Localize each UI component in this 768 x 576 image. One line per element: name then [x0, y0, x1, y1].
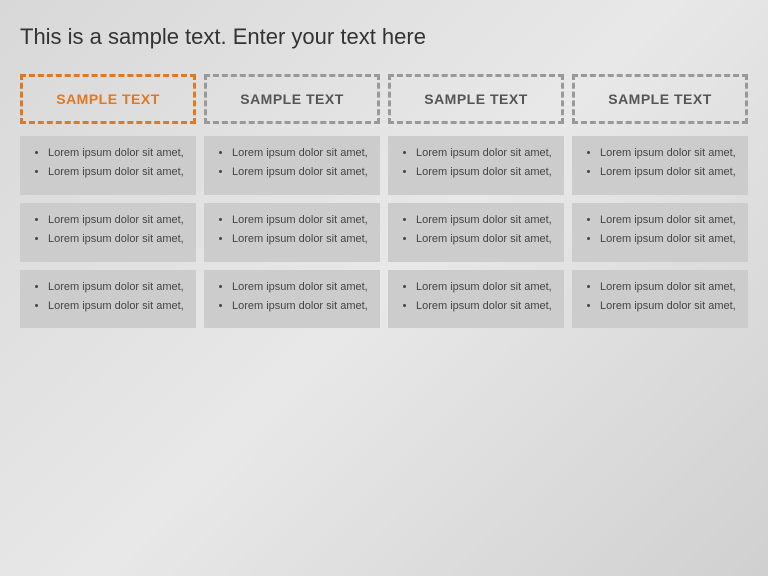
page: This is a sample text. Enter your text h… — [0, 0, 768, 576]
column-4: SAMPLE TEXTLorem ipsum dolor sit amet,Lo… — [572, 74, 748, 328]
list-item: Lorem ipsum dolor sit amet, — [600, 146, 736, 161]
columns-container: SAMPLE TEXTLorem ipsum dolor sit amet,Lo… — [20, 74, 748, 328]
list-item: Lorem ipsum dolor sit amet, — [232, 299, 368, 314]
column-3: SAMPLE TEXTLorem ipsum dolor sit amet,Lo… — [388, 74, 564, 328]
list-item: Lorem ipsum dolor sit amet, — [416, 280, 552, 295]
content-block-4-2: Lorem ipsum dolor sit amet, Lorem ipsum d… — [572, 203, 748, 262]
column-2: SAMPLE TEXTLorem ipsum dolor sit amet,Lo… — [204, 74, 380, 328]
list-item: Lorem ipsum dolor sit amet, — [232, 213, 368, 228]
column-1: SAMPLE TEXTLorem ipsum dolor sit amet,Lo… — [20, 74, 196, 328]
list-item: Lorem ipsum dolor sit amet, — [600, 232, 736, 247]
list-item: Lorem ipsum dolor sit amet, — [232, 232, 368, 247]
list-item: Lorem ipsum dolor sit amet, — [600, 213, 736, 228]
list-item: Lorem ipsum dolor sit amet, — [48, 213, 184, 228]
list-item: Lorem ipsum dolor sit amet, — [600, 280, 736, 295]
list-item: Lorem ipsum dolor sit amet, — [48, 280, 184, 295]
list-item: Lorem ipsum dolor sit amet, — [48, 232, 184, 247]
column-header-1[interactable]: SAMPLE TEXT — [20, 74, 196, 124]
content-block-2-2: Lorem ipsum dolor sit amet, Lorem ipsum d… — [204, 203, 380, 262]
list-item: Lorem ipsum dolor sit amet, — [48, 165, 184, 180]
column-header-3[interactable]: SAMPLE TEXT — [388, 74, 564, 124]
content-block-3-3: Lorem ipsum dolor sit amet, Lorem ipsum d… — [388, 270, 564, 329]
content-block-4-1: Lorem ipsum dolor sit amet, Lorem ipsum d… — [572, 136, 748, 195]
content-block-1-2: Lorem ipsum dolor sit amet, Lorem ipsum d… — [20, 203, 196, 262]
list-item: Lorem ipsum dolor sit amet, — [600, 299, 736, 314]
list-item: Lorem ipsum dolor sit amet, — [416, 146, 552, 161]
list-item: Lorem ipsum dolor sit amet, — [232, 146, 368, 161]
content-block-2-1: Lorem ipsum dolor sit amet, Lorem ipsum d… — [204, 136, 380, 195]
content-block-3-2: Lorem ipsum dolor sit amet, Lorem ipsum d… — [388, 203, 564, 262]
list-item: Lorem ipsum dolor sit amet, — [600, 165, 736, 180]
column-header-4[interactable]: SAMPLE TEXT — [572, 74, 748, 124]
list-item: Lorem ipsum dolor sit amet, — [416, 213, 552, 228]
list-item: Lorem ipsum dolor sit amet, — [48, 146, 184, 161]
list-item: Lorem ipsum dolor sit amet, — [48, 299, 184, 314]
content-block-1-3: Lorem ipsum dolor sit amet, Lorem ipsum d… — [20, 270, 196, 329]
content-block-2-3: Lorem ipsum dolor sit amet, Lorem ipsum d… — [204, 270, 380, 329]
content-block-4-3: Lorem ipsum dolor sit amet, Lorem ipsum d… — [572, 270, 748, 329]
list-item: Lorem ipsum dolor sit amet, — [416, 299, 552, 314]
content-block-3-1: Lorem ipsum dolor sit amet, Lorem ipsum d… — [388, 136, 564, 195]
list-item: Lorem ipsum dolor sit amet, — [232, 280, 368, 295]
main-title: This is a sample text. Enter your text h… — [20, 24, 748, 50]
list-item: Lorem ipsum dolor sit amet, — [416, 232, 552, 247]
list-item: Lorem ipsum dolor sit amet, — [232, 165, 368, 180]
column-header-2[interactable]: SAMPLE TEXT — [204, 74, 380, 124]
list-item: Lorem ipsum dolor sit amet, — [416, 165, 552, 180]
content-block-1-1: Lorem ipsum dolor sit amet, Lorem ipsum d… — [20, 136, 196, 195]
